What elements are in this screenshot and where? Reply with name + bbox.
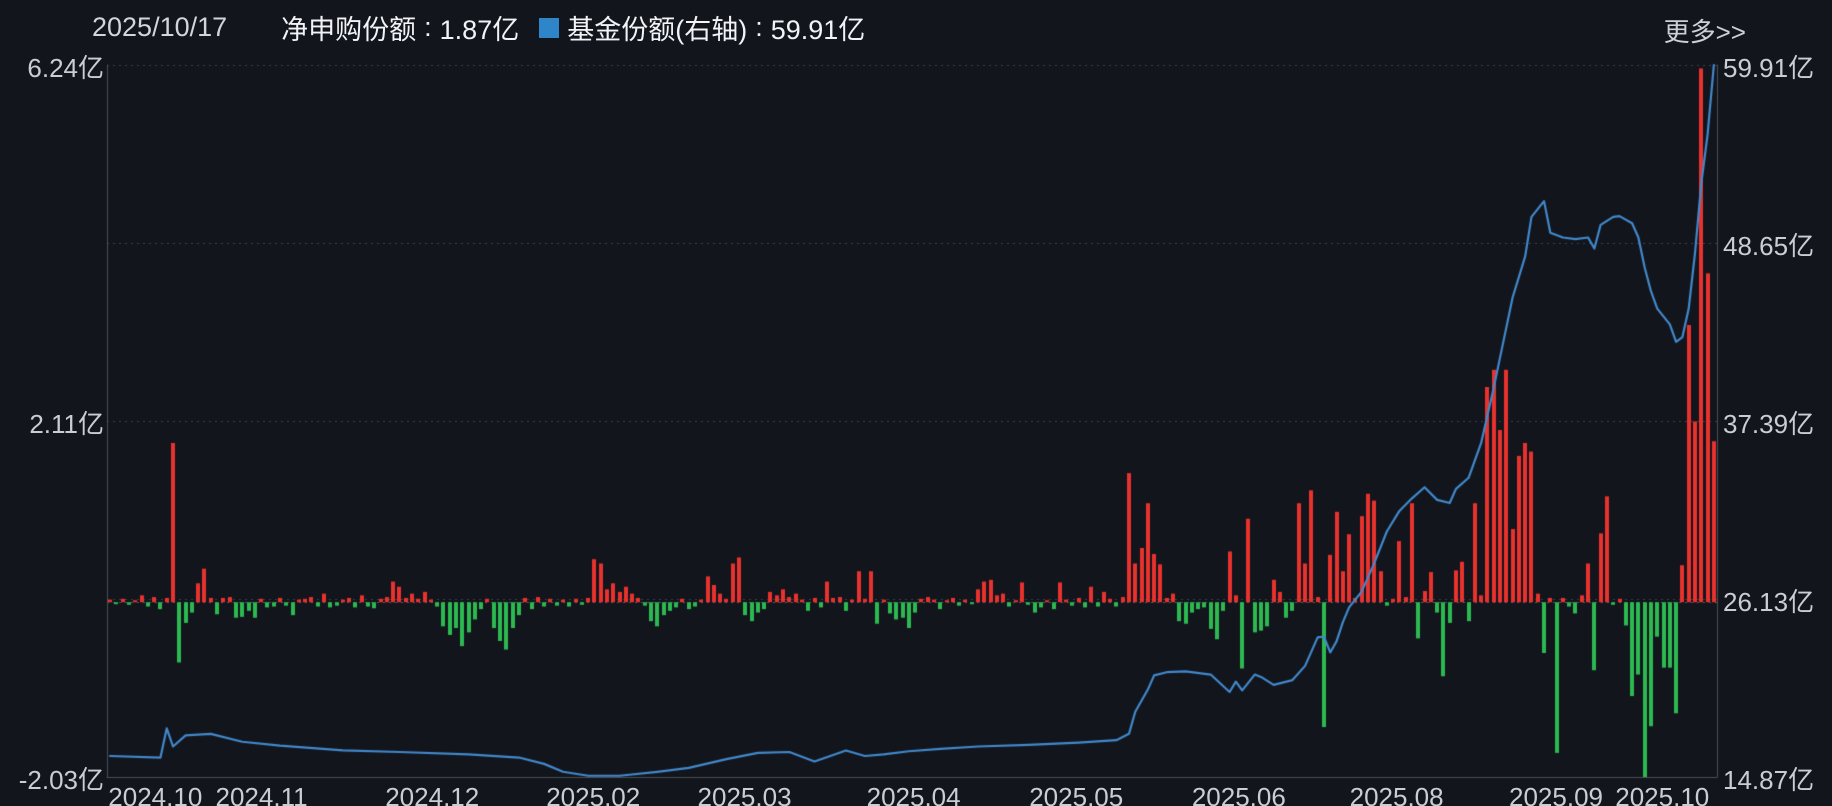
legend-label-fund-shares: 基金份额(右轴)	[567, 8, 747, 47]
chart-plot-area[interactable]	[0, 0, 1832, 806]
legend-item-fund-shares[interactable]: 基金份额(右轴):59.91亿	[539, 8, 865, 47]
legend-item-net-subscription[interactable]: 净申购份额:1.87亿	[253, 8, 519, 47]
bar-series-swatch-icon	[253, 14, 273, 42]
legend-value-fund-shares: 59.91亿	[771, 8, 866, 47]
more-link[interactable]: 更多>>	[1664, 12, 1746, 49]
legend-colon: :	[424, 12, 432, 43]
legend-value-net-subscription: 1.87亿	[440, 8, 520, 47]
legend-label-net-subscription: 净申购份额	[281, 8, 416, 47]
fund-flow-chart-panel: 2025/10/17 净申购份额:1.87亿 基金份额(右轴):59.91亿 更…	[0, 0, 1832, 806]
chart-legend: 2025/10/17 净申购份额:1.87亿 基金份额(右轴):59.91亿	[92, 8, 865, 47]
legend-colon: :	[755, 12, 763, 43]
line-series-swatch-icon	[539, 18, 559, 38]
legend-date: 2025/10/17	[92, 12, 227, 43]
